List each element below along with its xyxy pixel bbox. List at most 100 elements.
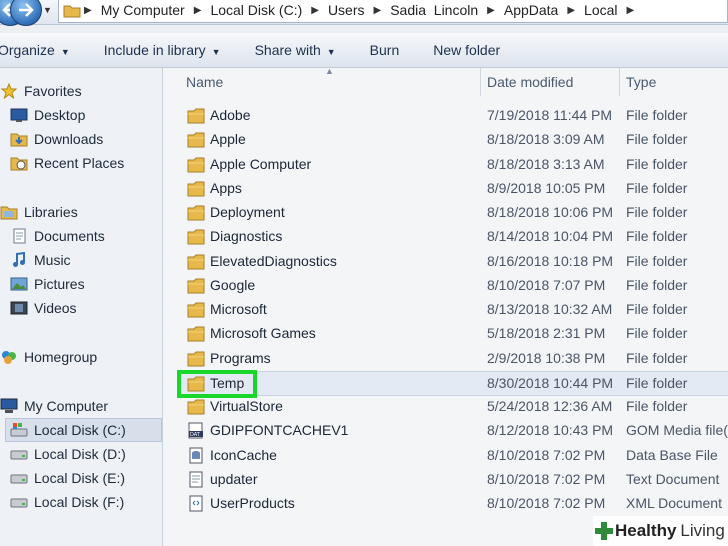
share-with-button[interactable]: Share with ▼ xyxy=(255,42,336,58)
breadcrumb-separator-icon[interactable]: ▶ xyxy=(308,5,322,16)
breadcrumb-appdata[interactable]: AppData xyxy=(498,2,564,18)
chevron-down-icon: ▼ xyxy=(211,47,221,57)
chevron-down-icon: ▼ xyxy=(326,47,336,57)
file-row[interactable]: updater 8/10/2018 7:02 PM Text Document xyxy=(180,468,728,491)
column-header-type[interactable]: Type xyxy=(626,74,726,100)
file-type: File folder xyxy=(626,155,688,172)
file-name: Deployment xyxy=(210,204,285,220)
file-row[interactable]: Apple 8/18/2018 3:09 AM File folder xyxy=(180,128,728,151)
column-type-label: Type xyxy=(626,74,657,90)
videos-icon xyxy=(10,300,28,316)
file-name: ElevatedDiagnostics xyxy=(210,252,337,269)
file-date-modified: 5/24/2018 12:36 AM xyxy=(487,398,613,414)
column-header-name[interactable]: Name xyxy=(186,74,478,100)
recent-pages-dropdown-icon[interactable]: ▼ xyxy=(43,5,52,15)
file-row[interactable]: Adobe 7/19/2018 11:44 PM File folder xyxy=(180,104,728,127)
file-type: File folder xyxy=(626,252,688,269)
nav-videos-label: Videos xyxy=(34,300,77,316)
breadcrumb-separator-icon[interactable]: ▶ xyxy=(371,5,385,16)
nav-local-disk-c[interactable]: Local Disk (C:) xyxy=(5,418,162,442)
sort-ascending-icon: ▲ xyxy=(325,66,334,76)
nav-videos[interactable]: Videos xyxy=(10,297,77,319)
folder-icon xyxy=(187,156,205,173)
nav-desktop[interactable]: Desktop xyxy=(10,104,85,126)
file-date-modified: 8/30/2018 10:44 PM xyxy=(487,374,614,391)
burn-button[interactable]: Burn xyxy=(370,42,400,58)
nav-recent-places[interactable]: Recent Places xyxy=(10,152,124,174)
file-date-modified: 8/10/2018 7:02 PM xyxy=(487,495,606,511)
file-name: VirtualStore xyxy=(210,398,283,414)
folder-icon xyxy=(187,350,205,367)
breadcrumb-users[interactable]: Users xyxy=(322,2,371,18)
file-row[interactable]: Microsoft Games 5/18/2018 2:31 PM File fol… xyxy=(180,322,728,345)
nav-local-disk-d[interactable]: Local Disk (D:) xyxy=(10,443,126,465)
nav-music[interactable]: Music xyxy=(10,249,71,271)
nav-favorites[interactable]: Favorites xyxy=(0,80,82,102)
file-name: Programs xyxy=(210,349,271,366)
folder-icon xyxy=(187,180,205,197)
recent-places-icon xyxy=(10,155,28,171)
nav-documents[interactable]: Documents xyxy=(10,225,105,247)
file-row[interactable]: VirtualStore 5/24/2018 12:36 AM File folde… xyxy=(180,395,728,418)
file-type: File folder xyxy=(626,107,688,123)
file-name: Apps xyxy=(210,179,242,196)
file-row[interactable]: Diagnostics 8/14/2018 10:04 PM File folder xyxy=(180,225,728,248)
file-row[interactable]: Apps 8/9/2018 10:05 PM File folder xyxy=(180,177,728,200)
breadcrumb-separator-icon[interactable]: ▶ xyxy=(484,5,498,16)
nav-local-disk-c-label: Local Disk (C:) xyxy=(34,422,126,438)
forward-arrow-icon xyxy=(19,3,34,17)
column-divider[interactable] xyxy=(619,68,620,96)
nav-local-disk-f[interactable]: Local Disk (F:) xyxy=(10,491,124,513)
folder-icon xyxy=(187,107,205,124)
file-row[interactable]: Temp 8/30/2018 10:44 PM File folder xyxy=(180,370,728,396)
file-row[interactable]: Deployment 8/18/2018 10:06 PM File folder xyxy=(180,201,728,224)
column-divider[interactable] xyxy=(480,68,481,96)
column-header-date[interactable]: Date modified xyxy=(487,74,617,100)
organize-button[interactable]: Organize ▼ xyxy=(0,42,70,58)
nav-local-disk-e[interactable]: Local Disk (E:) xyxy=(10,467,125,489)
file-date-modified: 8/10/2018 7:07 PM xyxy=(487,276,606,293)
file-date-modified: 8/10/2018 7:02 PM xyxy=(487,446,606,463)
breadcrumb-separator-icon[interactable]: ▶ xyxy=(624,5,638,16)
forward-button[interactable] xyxy=(10,0,42,26)
file-row[interactable]: ElevatedDiagnostics 8/16/2018 10:18 PM Fil… xyxy=(180,250,728,273)
address-bar: ▼ ▶ My Computer ▶ Local Disk (C:) ▶ User… xyxy=(0,0,728,26)
include-in-library-button[interactable]: Include in library ▼ xyxy=(104,42,221,58)
breadcrumb-my-computer[interactable]: My Computer xyxy=(95,2,191,18)
breadcrumb-separator-icon[interactable]: ▶ xyxy=(564,5,578,16)
breadcrumb-separator-icon[interactable]: ▶ xyxy=(191,5,205,16)
nav-downloads-label: Downloads xyxy=(34,131,104,147)
breadcrumb-user[interactable]: Sadia Lincoln xyxy=(384,2,484,18)
file-type: File folder xyxy=(626,398,688,414)
folder-icon xyxy=(187,301,205,318)
include-in-library-label: Include in library xyxy=(103,42,206,58)
nav-my-computer[interactable]: My Computer xyxy=(0,395,108,417)
breadcrumb[interactable]: ▶ My Computer ▶ Local Disk (C:) ▶ Users … xyxy=(58,0,728,23)
file-row[interactable]: IconCache 8/10/2018 7:02 PM Data Base File xyxy=(180,444,728,467)
music-note-icon xyxy=(10,251,28,268)
file-row[interactable]: Apple Computer 8/18/2018 3:13 AM File fold… xyxy=(180,153,728,176)
file-row[interactable]: Programs 2/9/2018 10:38 PM File folder xyxy=(180,347,728,370)
file-row[interactable]: UserProducts 8/10/2018 7:02 PM XML Documen… xyxy=(180,492,728,515)
file-name: IconCache xyxy=(210,446,277,463)
nav-libraries[interactable]: Libraries xyxy=(0,201,78,223)
plus-logo-icon xyxy=(595,522,613,540)
nav-pictures[interactable]: Pictures xyxy=(10,273,85,295)
nav-favorites-label: Favorites xyxy=(24,83,82,99)
file-row[interactable]: DAT GDIPFONTCACHEV1 8/12/2018 10:43 PM GOM … xyxy=(180,419,728,442)
file-row[interactable]: Microsoft 8/13/2018 10:32 AM File folder xyxy=(180,298,728,321)
nav-downloads[interactable]: Downloads xyxy=(10,128,103,150)
new-folder-button[interactable]: New folder xyxy=(433,42,500,58)
homegroup-icon xyxy=(0,349,18,365)
file-type: Data Base File xyxy=(626,446,718,463)
file-row[interactable]: Google 8/10/2018 7:07 PM File folder xyxy=(180,274,728,297)
breadcrumb-local[interactable]: Local xyxy=(578,2,623,18)
folder-icon xyxy=(187,277,205,294)
folder-icon xyxy=(187,398,205,415)
file-type: File folder xyxy=(626,131,688,148)
nav-libraries-label: Libraries xyxy=(24,204,78,220)
breadcrumb-local-disk-c[interactable]: Local Disk (C:) xyxy=(204,2,308,18)
file-date-modified: 5/18/2018 2:31 PM xyxy=(487,325,606,342)
file-date-modified: 8/18/2018 10:06 PM xyxy=(487,204,614,220)
nav-homegroup[interactable]: Homegroup xyxy=(0,346,97,368)
